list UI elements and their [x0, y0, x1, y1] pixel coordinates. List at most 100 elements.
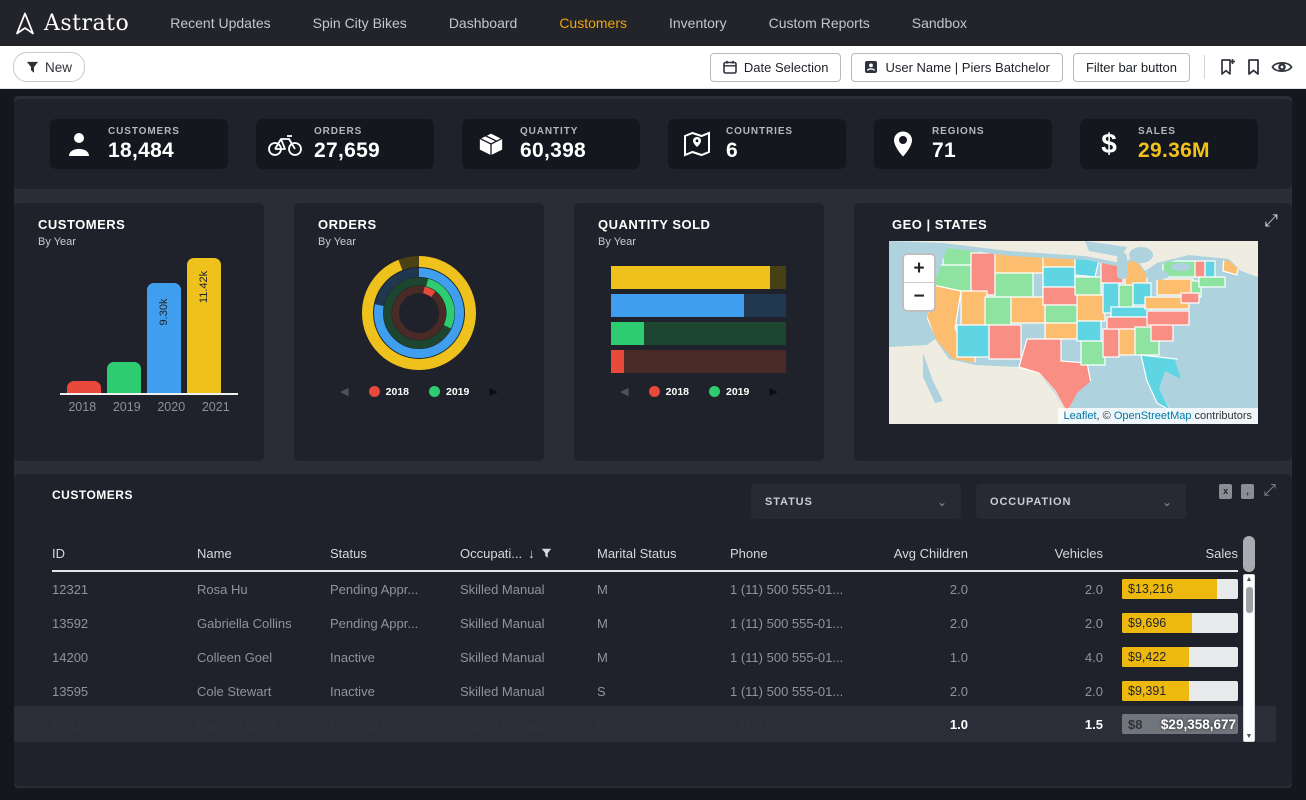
- cell: Skilled Manual: [460, 650, 597, 665]
- kpi-value: 6: [726, 139, 793, 163]
- eye-icon[interactable]: [1271, 59, 1293, 75]
- legend-dot: [649, 386, 660, 397]
- cell-children: 2.0: [874, 582, 968, 597]
- customers-bar-chart[interactable]: 9.30k11.42k: [60, 253, 238, 395]
- hbar-fill-2021: [611, 266, 770, 289]
- kpi-card-countries: COUNTRIES6: [668, 119, 846, 169]
- expand-icon[interactable]: ⤢: [1263, 482, 1276, 500]
- table-row-12321[interactable]: 12321Rosa HuPending Appr...Skilled Manua…: [14, 572, 1238, 606]
- table-row-14200[interactable]: 14200Colleen GoelInactiveSkilled ManualM…: [14, 640, 1238, 674]
- geo-states-panel: GEO | STATES ⤢: [854, 203, 1292, 461]
- hbar-2021[interactable]: [611, 266, 786, 289]
- export-excel-icon[interactable]: x: [1219, 484, 1232, 499]
- kpi-card-sales: $SALES29.36M: [1080, 119, 1258, 169]
- sales-bar: $9,422: [1122, 647, 1238, 667]
- nav-item-inventory[interactable]: Inventory: [648, 0, 748, 46]
- axis-tick-2020: 2020: [149, 400, 194, 414]
- map-title: GEO | STATES: [892, 217, 987, 232]
- hbar-2018[interactable]: [611, 350, 786, 373]
- export-csv-icon[interactable]: ,: [1241, 484, 1254, 499]
- cell: M: [597, 582, 730, 597]
- cell-sales: $13,216: [1103, 579, 1238, 599]
- bar-value-label: 11.42k: [181, 270, 227, 304]
- cell: 14200: [52, 650, 197, 665]
- legend-prev-arrow[interactable]: ◀: [620, 385, 628, 398]
- table-header: IDNameStatusOccupati... ↓ Marital StatusPh…: [14, 536, 1276, 570]
- map-icon: [668, 131, 726, 157]
- column-header-marital-status[interactable]: Marital Status: [597, 546, 730, 561]
- legend-next-arrow[interactable]: ▶: [769, 385, 777, 398]
- new-filter-button[interactable]: New: [13, 52, 85, 82]
- map-zoom-out-button[interactable]: −: [904, 283, 934, 310]
- occupation-filter-dropdown[interactable]: OCCUPATION ⌄: [976, 484, 1186, 519]
- map-zoom-in-button[interactable]: +: [904, 255, 934, 283]
- column-header-avg-children[interactable]: Avg Children: [874, 546, 968, 561]
- user-name-button[interactable]: User Name | Piers Batchelor: [851, 53, 1063, 82]
- bookmark-add-icon[interactable]: [1219, 58, 1236, 76]
- table-row-13592[interactable]: 13592Gabriella CollinsPending Appr...Ski…: [14, 606, 1238, 640]
- scroll-up-arrow[interactable]: ▲: [1244, 576, 1254, 583]
- date-selection-label: Date Selection: [744, 60, 829, 75]
- date-selection-button[interactable]: Date Selection: [710, 53, 842, 82]
- legend-item-2019[interactable]: 2019: [429, 386, 469, 398]
- scroll-down-arrow[interactable]: ▼: [1244, 733, 1254, 740]
- bar-2020[interactable]: 9.30k: [147, 283, 181, 393]
- sort-descending-icon[interactable]: ↓: [528, 546, 535, 561]
- nav-item-recent-updates[interactable]: Recent Updates: [149, 0, 291, 46]
- legend-item-2018[interactable]: 2018: [649, 386, 689, 398]
- nav-item-sandbox[interactable]: Sandbox: [891, 0, 988, 46]
- table-row-13595[interactable]: 13595Cole StewartInactiveSkilled ManualS…: [14, 674, 1238, 708]
- nav-item-customers[interactable]: Customers: [538, 0, 648, 46]
- column-funnel-icon[interactable]: [541, 548, 552, 559]
- user-name-label: User Name | Piers Batchelor: [885, 60, 1050, 75]
- hbar-fill-2020: [611, 294, 744, 317]
- top-navbar: Astrato Recent UpdatesSpin City BikesDas…: [0, 0, 1306, 46]
- column-header-name[interactable]: Name: [197, 546, 330, 561]
- brand[interactable]: Astrato: [0, 11, 149, 36]
- us-choropleth-map[interactable]: + − Leaflet, © OpenStreetMap contributor…: [889, 241, 1258, 424]
- toolbar-divider: [1204, 55, 1205, 79]
- bar-2021[interactable]: 11.42k: [187, 258, 221, 393]
- cell-vehicles: 2.0: [968, 582, 1103, 597]
- expand-icon[interactable]: ⤢: [1264, 211, 1278, 231]
- hbar-2019[interactable]: [611, 322, 786, 345]
- column-header-vehicles[interactable]: Vehicles: [968, 546, 1103, 561]
- column-header-phone[interactable]: Phone: [730, 546, 874, 561]
- orders-chart-panel: ORDERS By Year ◀20182019▶: [294, 203, 544, 461]
- nav-item-dashboard[interactable]: Dashboard: [428, 0, 539, 46]
- legend-item-2018[interactable]: 2018: [369, 386, 409, 398]
- orders-donut-chart[interactable]: [354, 248, 484, 378]
- cell-children: 2.0: [874, 616, 968, 631]
- vertical-scrollbar[interactable]: ▲ ▼: [1243, 574, 1255, 742]
- map-graphic: [889, 241, 1258, 424]
- svg-text:$: $: [1101, 129, 1117, 159]
- bookmark-icon[interactable]: [1246, 58, 1261, 76]
- chart-legend: ◀ 2018 2019 ▶: [574, 385, 824, 398]
- scrollbar-thumb[interactable]: [1246, 587, 1253, 613]
- bar-2019[interactable]: [107, 362, 141, 393]
- kpi-value: 60,398: [520, 139, 586, 163]
- kpi-card-customers: CUSTOMERS18,484: [50, 119, 228, 169]
- nav-item-spin-city-bikes[interactable]: Spin City Bikes: [292, 0, 428, 46]
- legend-item-2019[interactable]: 2019: [709, 386, 749, 398]
- bar-2018[interactable]: [67, 381, 101, 393]
- column-header-occupati[interactable]: Occupati... ↓: [460, 546, 597, 561]
- column-label: Occupati...: [460, 546, 522, 561]
- legend-prev-arrow[interactable]: ◀: [340, 385, 348, 398]
- cell: Inactive: [330, 650, 460, 665]
- cell: Pending Appr...: [330, 582, 460, 597]
- status-filter-dropdown[interactable]: STATUS ⌄: [751, 484, 961, 519]
- filter-bar-button[interactable]: Filter bar button: [1073, 53, 1190, 82]
- legend-label: 2019: [726, 386, 749, 398]
- column-header-id[interactable]: ID: [52, 546, 197, 561]
- nav-item-custom-reports[interactable]: Custom Reports: [748, 0, 891, 46]
- sales-bar: $9,391: [1122, 681, 1238, 701]
- filter-bar-label: Filter bar button: [1086, 60, 1177, 75]
- leaflet-link[interactable]: Leaflet: [1064, 410, 1097, 422]
- column-header-sales[interactable]: Sales: [1103, 546, 1238, 561]
- legend-next-arrow[interactable]: ▶: [489, 385, 497, 398]
- openstreetmap-link[interactable]: OpenStreetMap: [1114, 410, 1192, 422]
- hbar-2020[interactable]: [611, 294, 786, 317]
- cell: 1 (11) 500 555-01...: [730, 650, 874, 665]
- column-header-status[interactable]: Status: [330, 546, 460, 561]
